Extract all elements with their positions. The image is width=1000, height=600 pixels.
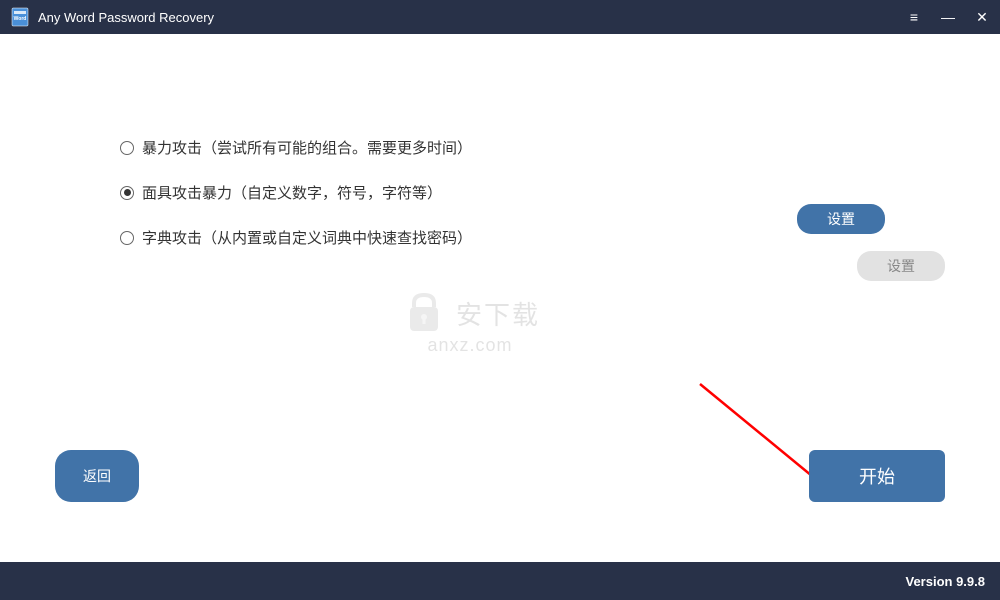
watermark-main: 安下载 xyxy=(456,295,540,332)
settings-buttons: 设置 设置 xyxy=(797,204,885,281)
lock-icon xyxy=(400,289,448,337)
radio-brute-force[interactable] xyxy=(120,141,134,155)
version-text: Version 9.9.8 xyxy=(906,574,986,589)
label-mask-attack: 面具攻击暴力（自定义数字，符号，字符等） xyxy=(142,182,442,203)
label-brute-force: 暴力攻击（尝试所有可能的组合。需要更多时间） xyxy=(142,137,472,158)
app-icon: Word xyxy=(10,7,30,27)
back-button[interactable]: 返回 xyxy=(55,450,139,502)
close-icon[interactable]: ✕ xyxy=(974,9,990,26)
svg-text:Word: Word xyxy=(14,16,27,22)
titlebar-controls: ≡ — ✕ xyxy=(906,9,990,26)
start-button[interactable]: 开始 xyxy=(809,450,945,502)
menu-icon[interactable]: ≡ xyxy=(906,9,922,25)
bottom-buttons: 返回 开始 xyxy=(0,450,1000,502)
minimize-icon[interactable]: — xyxy=(940,9,956,25)
settings-button-disabled: 设置 xyxy=(857,251,945,281)
watermark-sub: anxz.com xyxy=(427,335,512,356)
attack-options: 暴力攻击（尝试所有可能的组合。需要更多时间） 面具攻击暴力（自定义数字，符号，字… xyxy=(120,137,472,272)
radio-mask-attack[interactable] xyxy=(120,186,134,200)
label-dictionary: 字典攻击（从内置或自定义词典中快速查找密码） xyxy=(142,227,472,248)
main-content: 暴力攻击（尝试所有可能的组合。需要更多时间） 面具攻击暴力（自定义数字，符号，字… xyxy=(0,34,1000,562)
app-title: Any Word Password Recovery xyxy=(38,10,906,25)
footer: Version 9.9.8 xyxy=(0,562,1000,600)
option-dictionary[interactable]: 字典攻击（从内置或自定义词典中快速查找密码） xyxy=(120,227,472,248)
titlebar: Word Any Word Password Recovery ≡ — ✕ xyxy=(0,0,1000,34)
radio-dictionary[interactable] xyxy=(120,231,134,245)
option-brute-force[interactable]: 暴力攻击（尝试所有可能的组合。需要更多时间） xyxy=(120,137,472,158)
watermark: 安下载 anxz.com xyxy=(400,289,540,356)
option-mask-attack[interactable]: 面具攻击暴力（自定义数字，符号，字符等） xyxy=(120,182,472,203)
settings-button-active[interactable]: 设置 xyxy=(797,204,885,234)
